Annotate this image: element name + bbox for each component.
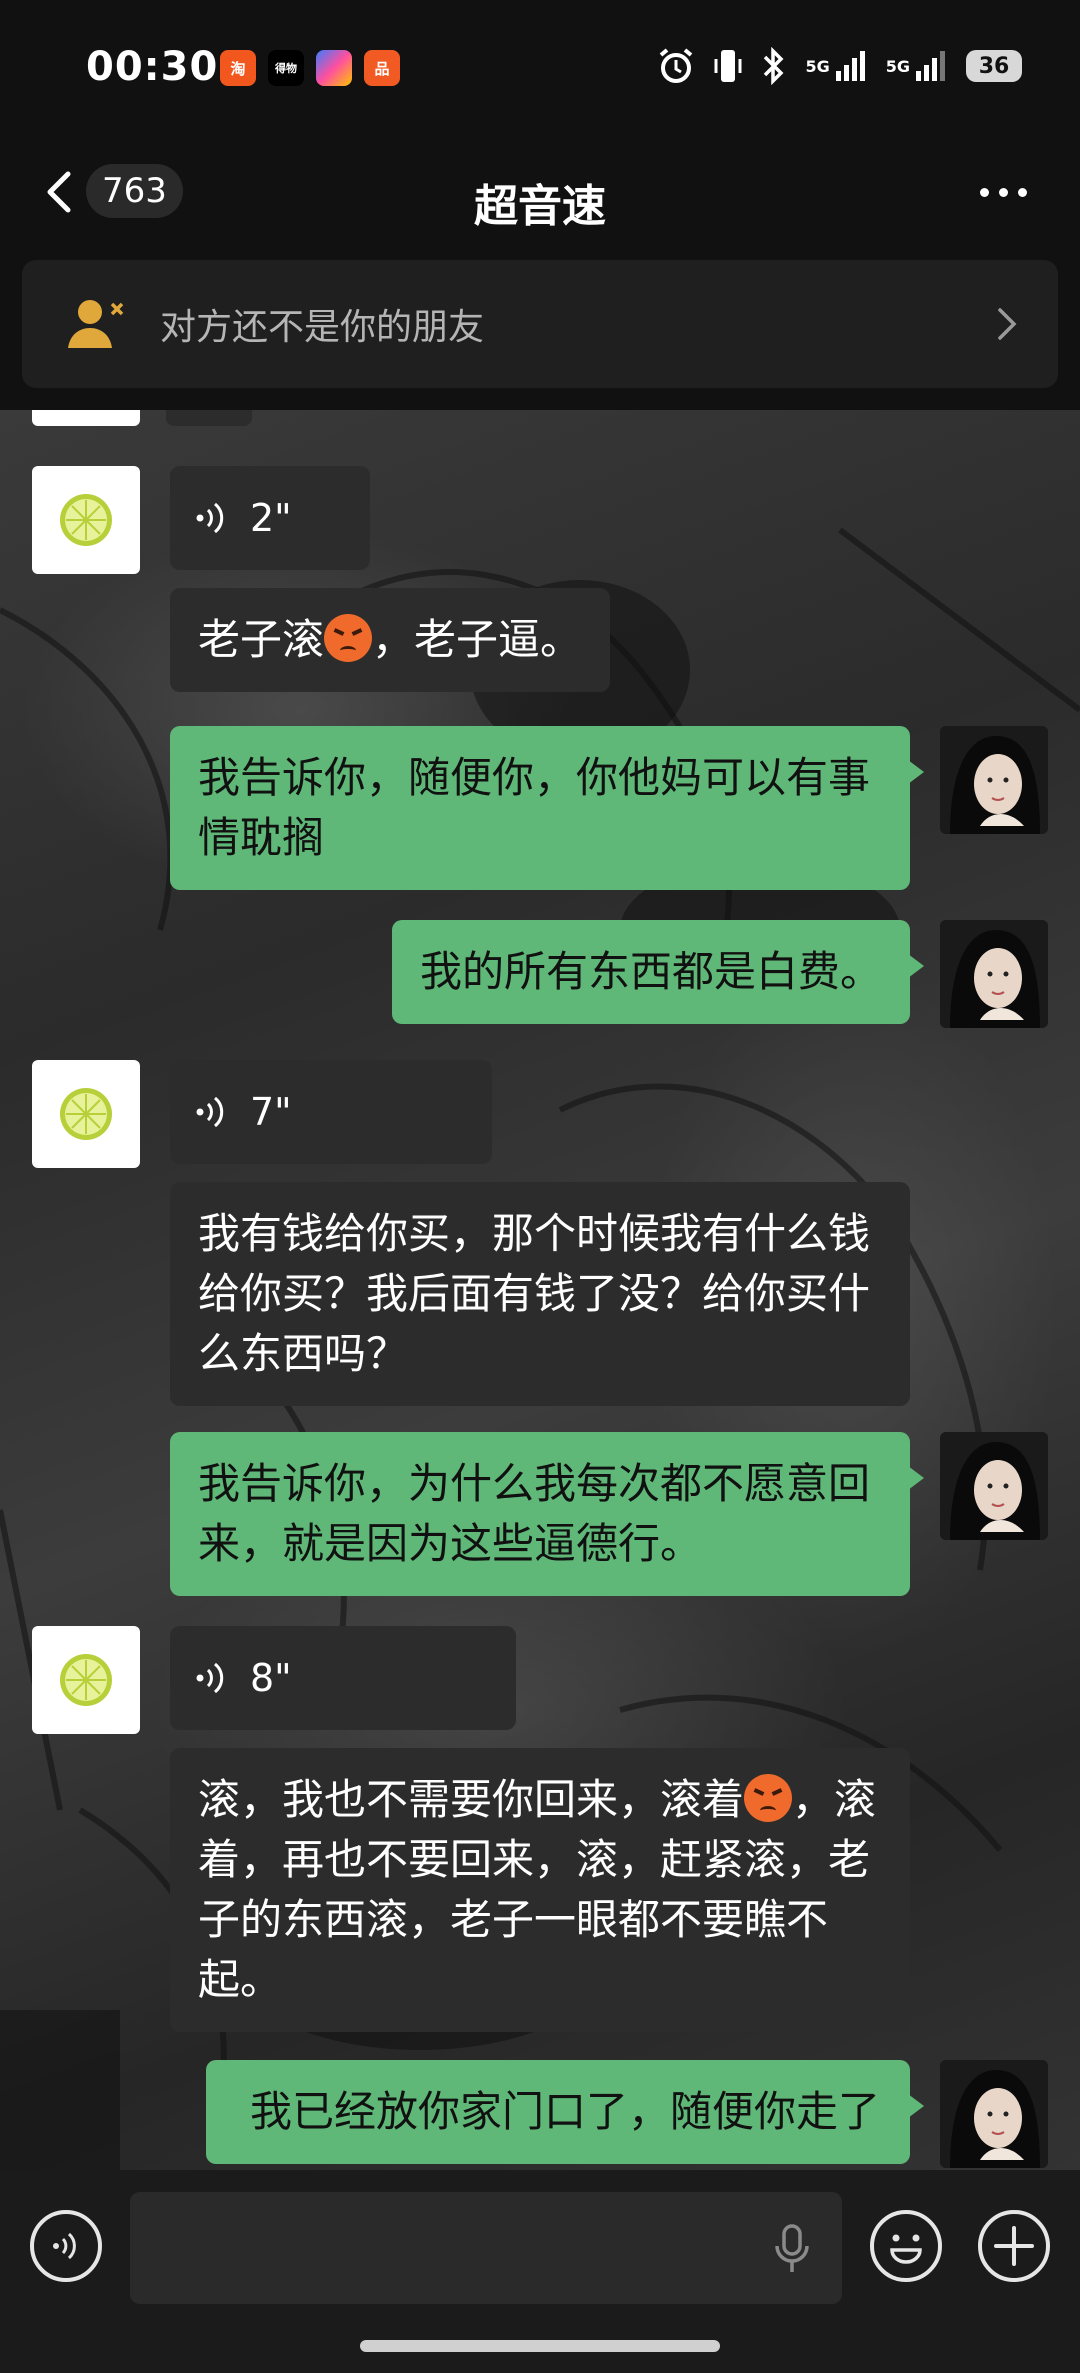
bubble-partial [166,410,252,426]
chat-title: 超音速 [474,181,606,232]
lime-icon [60,1088,112,1140]
avatar-partial [32,410,140,426]
bluetooth-icon [761,46,787,86]
outgoing-message[interactable]: 我已经放你家门口了，随便你走了 [206,2060,924,2164]
chat-message-list[interactable]: 2" 老子滚 ，老子逼。 我告诉你，随便你，你他妈可以有事情耽搁 我的所有东西都是… [0,410,1080,2170]
voice-wave-icon [196,1662,224,1694]
voice-wave-icon [196,502,224,534]
system-icons: 5G 5G 36 [657,46,1022,86]
chat-header: 763 超音速 [0,140,1080,260]
voice-message[interactable]: 8" [170,1626,516,1730]
outgoing-message[interactable]: 我告诉你，为什么我每次都不愿意回来，就是因为这些逼德行。 [170,1432,924,1596]
voice-input-toggle-button[interactable] [30,2210,102,2282]
status-time: 00:30 [86,44,219,90]
more-options-icon[interactable] [980,180,1040,204]
my-avatar[interactable] [940,2060,1048,2168]
smiley-icon [890,2234,922,2264]
taobao-app-icon: 淘 [220,50,256,86]
notification-app-icons: 淘 得物 品 [220,50,400,86]
more-actions-plus-button[interactable] [978,2210,1050,2282]
not-friend-text: 对方还不是你的朋友 [160,307,485,348]
my-avatar[interactable] [940,1432,1048,1540]
chevron-right-icon [996,304,1018,344]
lime-icon [60,494,112,546]
incoming-message[interactable]: 我有钱给你买，那个时候我有什么钱给你买？我后面有钱了没？给你买什么东西吗？ [170,1182,910,1406]
voice-duration: 2" [250,496,292,540]
my-avatar[interactable] [940,726,1048,834]
voice-message[interactable]: 7" [170,1060,492,1164]
alarm-icon [657,46,695,86]
signal-icon-1: 5G [805,46,867,86]
not-friend-banner[interactable]: 对方还不是你的朋友 [22,260,1058,388]
voice-message[interactable]: 2" [170,466,370,570]
angry-face-emoji [324,614,373,662]
voice-duration: 8" [250,1656,292,1700]
vibrate-icon [713,46,743,86]
outgoing-message[interactable]: 我告诉你，随便你，你他妈可以有事情耽搁 [170,726,924,890]
microphone-icon[interactable] [772,2222,812,2276]
incoming-message[interactable]: 老子滚 ，老子逼。 [170,588,611,692]
signal-icon-2: 5G [886,46,948,86]
contact-avatar[interactable] [32,466,140,574]
voice-wave-icon [53,2232,76,2260]
voice-duration: 7" [250,1090,292,1134]
incoming-message[interactable]: 滚，我也不需要你回来，滚着 ，滚着，再也不要回来，滚，赶紧滚，老子的东西滚，老子一… [170,1748,910,2032]
add-friend-icon [66,294,130,354]
message-input-bar [0,2170,1080,2373]
angry-face-emoji [744,1774,793,1822]
contact-avatar[interactable] [32,1626,140,1734]
outgoing-message[interactable]: 我的所有东西都是白费。 [391,920,925,1024]
home-indicator [360,2340,720,2352]
message-text-input[interactable] [130,2192,842,2304]
status-bar: 00:30 淘 得物 品 5G 5G 36 [0,0,1080,140]
contact-avatar[interactable] [32,1060,140,1168]
battery-indicator: 36 [966,50,1022,82]
lime-icon [60,1654,112,1706]
dewu-app-icon: 得物 [268,50,304,86]
pinduoduo-app-icon: 品 [364,50,400,86]
plus-icon [994,2226,1034,2266]
voice-wave-icon [196,1096,224,1128]
emoji-button[interactable] [870,2210,942,2282]
photos-app-icon [316,50,352,86]
my-avatar[interactable] [940,920,1048,1028]
